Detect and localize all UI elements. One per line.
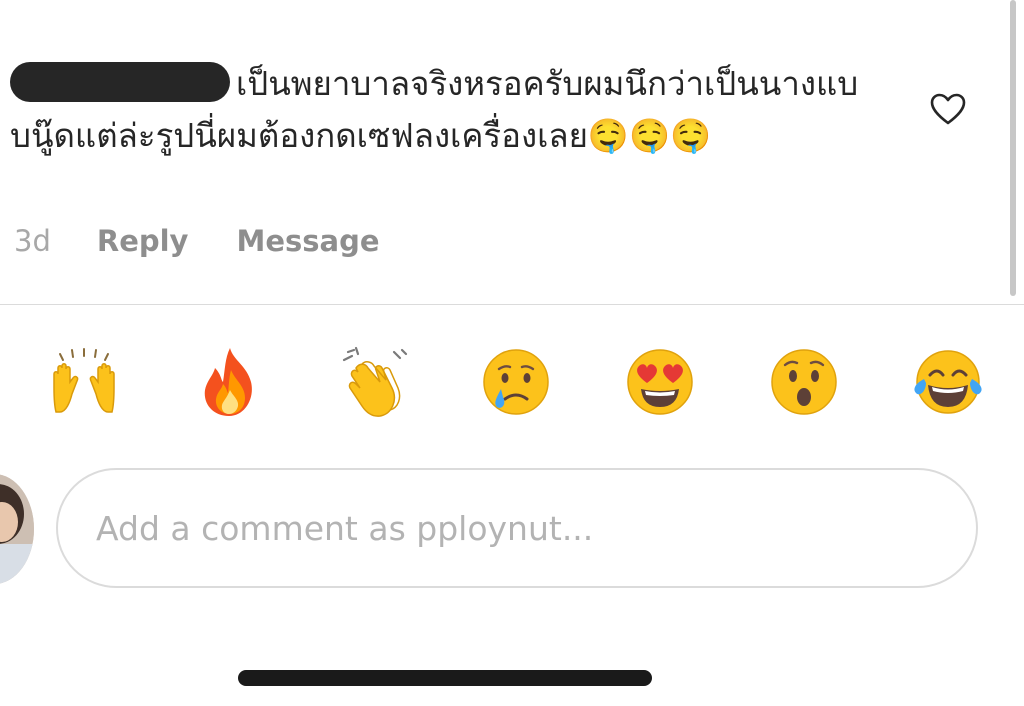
raised-hands-emoji[interactable] [44, 342, 124, 422]
comment-timestamp: 3d [14, 224, 51, 258]
comment-composer[interactable] [56, 468, 978, 588]
tears-of-joy-emoji[interactable] [908, 342, 988, 422]
fire-emoji[interactable] [190, 342, 270, 422]
crying-face-icon [483, 349, 549, 415]
divider [0, 304, 1024, 305]
quick-reactions-bar [0, 338, 1024, 428]
raised-hands-icon [53, 348, 115, 413]
surprised-face-icon [771, 349, 837, 415]
comment-input[interactable] [94, 507, 958, 549]
comment-screen: เป็นพยาบาลจริงหรอครับผมนึกว่าเป็นนางแบบน… [0, 0, 1024, 706]
comment-text: เป็นพยาบาลจริงหรอครับผมนึกว่าเป็นนางแบบน… [10, 58, 870, 162]
scrollbar[interactable] [1010, 0, 1016, 296]
reply-button[interactable]: Reply [97, 224, 189, 258]
home-indicator[interactable] [238, 670, 652, 686]
tears-of-joy-icon [914, 350, 982, 414]
comment-item: เป็นพยาบาลจริงหรอครับผมนึกว่าเป็นนางแบบน… [10, 58, 910, 162]
heart-outline-icon[interactable] [928, 90, 968, 130]
heart-eyes-icon [627, 349, 693, 415]
avatar[interactable] [0, 474, 34, 584]
message-button[interactable]: Message [236, 224, 379, 258]
clapping-hands-icon [342, 346, 408, 417]
clapping-hands-emoji[interactable] [334, 342, 414, 422]
avatar-photo [0, 474, 34, 584]
fire-icon [204, 348, 252, 416]
heart-eyes-emoji[interactable] [620, 342, 700, 422]
crying-face-emoji[interactable] [476, 342, 556, 422]
surprised-face-emoji[interactable] [764, 342, 844, 422]
comment-meta: 3d Reply Message [14, 224, 428, 258]
redacted-username [10, 61, 230, 102]
